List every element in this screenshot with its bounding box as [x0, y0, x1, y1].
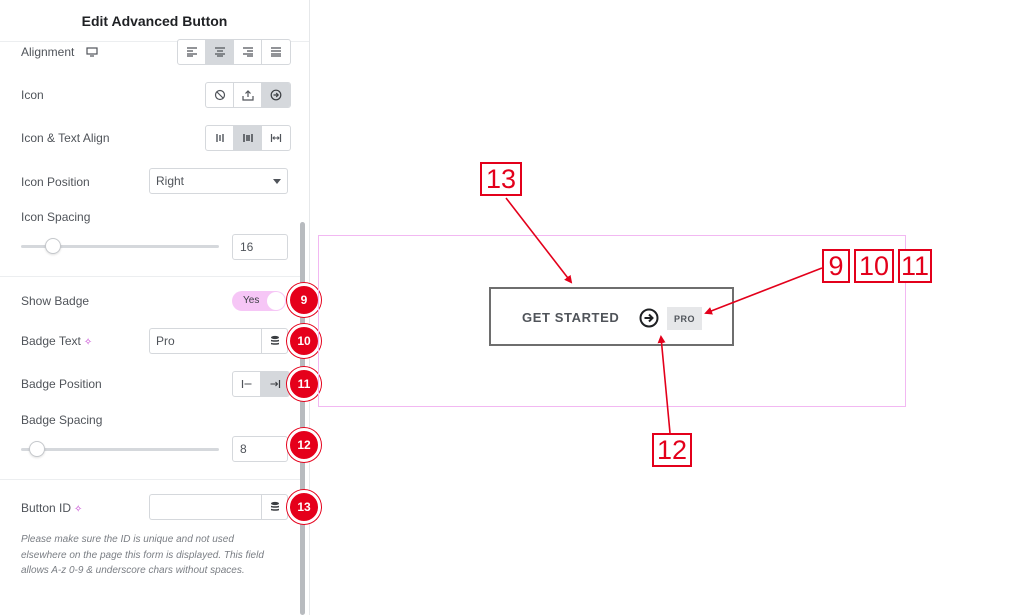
icon-label: Icon: [21, 88, 44, 102]
align-center-icon: [214, 47, 225, 57]
badge-position-left-button[interactable]: [233, 372, 261, 396]
icon-text-align-label: Icon & Text Align: [21, 131, 110, 145]
database-icon: [270, 501, 279, 511]
badge-text-label-text: Badge Text: [21, 334, 81, 348]
badge-position-label: Badge Position: [21, 377, 102, 391]
panel-title: Edit Advanced Button: [81, 12, 228, 29]
alignment-label-text: Alignment: [21, 45, 75, 59]
icon-spacing-label: Icon Spacing: [21, 210, 91, 224]
dynamic-tags-button[interactable]: [261, 494, 288, 520]
icon-spacing-slider-thumb[interactable]: [44, 238, 61, 254]
show-badge-toggle-text: Yes: [243, 295, 260, 306]
section-divider: [0, 276, 300, 277]
align-justify-icon: [271, 47, 281, 57]
icon-group: [205, 82, 291, 108]
advanced-button-preview[interactable]: GET STARTED PRO: [489, 287, 734, 346]
badge-text-input[interactable]: Pro: [149, 328, 261, 354]
step-marker-9: 9: [287, 283, 321, 317]
button-id-help-text: Please make sure the ID is unique and no…: [21, 534, 264, 576]
badge-spacing-input[interactable]: 8: [232, 436, 288, 462]
align-left-button[interactable]: [178, 40, 206, 64]
ai-sparkle-icon[interactable]: ✧: [84, 337, 92, 348]
icon-position-value: Right: [156, 174, 185, 188]
show-badge-label: Show Badge: [21, 294, 90, 308]
icon-align-center-button[interactable]: [234, 126, 262, 150]
button-id-label-text: Button ID: [21, 501, 72, 515]
badge-spacing-slider-thumb[interactable]: [28, 441, 45, 457]
icon-text-align-group: [205, 125, 291, 151]
callout-12: 12: [652, 433, 692, 467]
icon-align-start-button[interactable]: [206, 126, 234, 150]
badge-text-label: Badge Text ✧: [21, 334, 92, 348]
icon-spacing-slider[interactable]: [21, 238, 219, 254]
ai-sparkle-icon[interactable]: ✧: [74, 504, 82, 515]
callout-11: 11: [898, 249, 932, 283]
icon-upload-button[interactable]: [234, 83, 262, 107]
badge-spacing-label: Badge Spacing: [21, 413, 103, 427]
align-left-icon: [186, 47, 197, 57]
icon-none-button[interactable]: [206, 83, 234, 107]
align-right-button[interactable]: [234, 40, 262, 64]
align-middle-icon: [242, 134, 253, 142]
circle-arrow-right-icon: [639, 308, 659, 328]
button-id-label: Button ID ✧: [21, 501, 82, 515]
badge-position-right-button[interactable]: [261, 372, 289, 396]
callout-10: 10: [854, 249, 894, 283]
align-end-arrow-icon: [270, 380, 281, 388]
step-marker-11: 11: [287, 367, 321, 401]
icon-align-spread-button[interactable]: [262, 126, 290, 150]
show-badge-toggle[interactable]: Yes: [232, 291, 286, 311]
badge-spacing-slider[interactable]: [21, 441, 219, 457]
step-marker-13: 13: [287, 490, 321, 524]
panel-scrollbar[interactable]: [300, 222, 305, 615]
chevron-down-icon: [273, 179, 281, 184]
panel-header: Edit Advanced Button: [0, 0, 309, 42]
step-marker-12: 12: [287, 428, 321, 462]
ban-icon: [214, 89, 225, 101]
align-start-icon: [215, 134, 224, 142]
section-divider: [0, 479, 300, 480]
icon-library-button[interactable]: [262, 83, 290, 107]
align-center-button[interactable]: [206, 40, 234, 64]
toggle-knob: [267, 292, 285, 310]
align-right-icon: [242, 47, 253, 57]
advanced-button-label: GET STARTED: [522, 310, 620, 325]
callout-9: 9: [822, 249, 850, 283]
alignment-label: Alignment: [21, 45, 98, 59]
align-justify-button[interactable]: [262, 40, 290, 64]
align-start-arrow-icon: [241, 380, 251, 388]
desktop-icon[interactable]: [86, 47, 98, 57]
dynamic-tags-button[interactable]: [261, 328, 288, 354]
database-icon: [270, 335, 279, 345]
alignment-group: [177, 39, 291, 65]
step-marker-10: 10: [287, 324, 321, 358]
circle-arrow-right-icon: [270, 89, 282, 101]
button-id-input[interactable]: [149, 494, 261, 520]
upload-icon: [241, 90, 254, 101]
icon-spacing-input[interactable]: 16: [232, 234, 288, 260]
icon-position-label: Icon Position: [21, 175, 90, 189]
advanced-button-badge: PRO: [667, 307, 702, 330]
align-spread-icon: [270, 134, 282, 142]
badge-position-group: [232, 371, 290, 397]
callout-13: 13: [480, 162, 522, 196]
icon-position-select[interactable]: Right: [149, 168, 288, 194]
